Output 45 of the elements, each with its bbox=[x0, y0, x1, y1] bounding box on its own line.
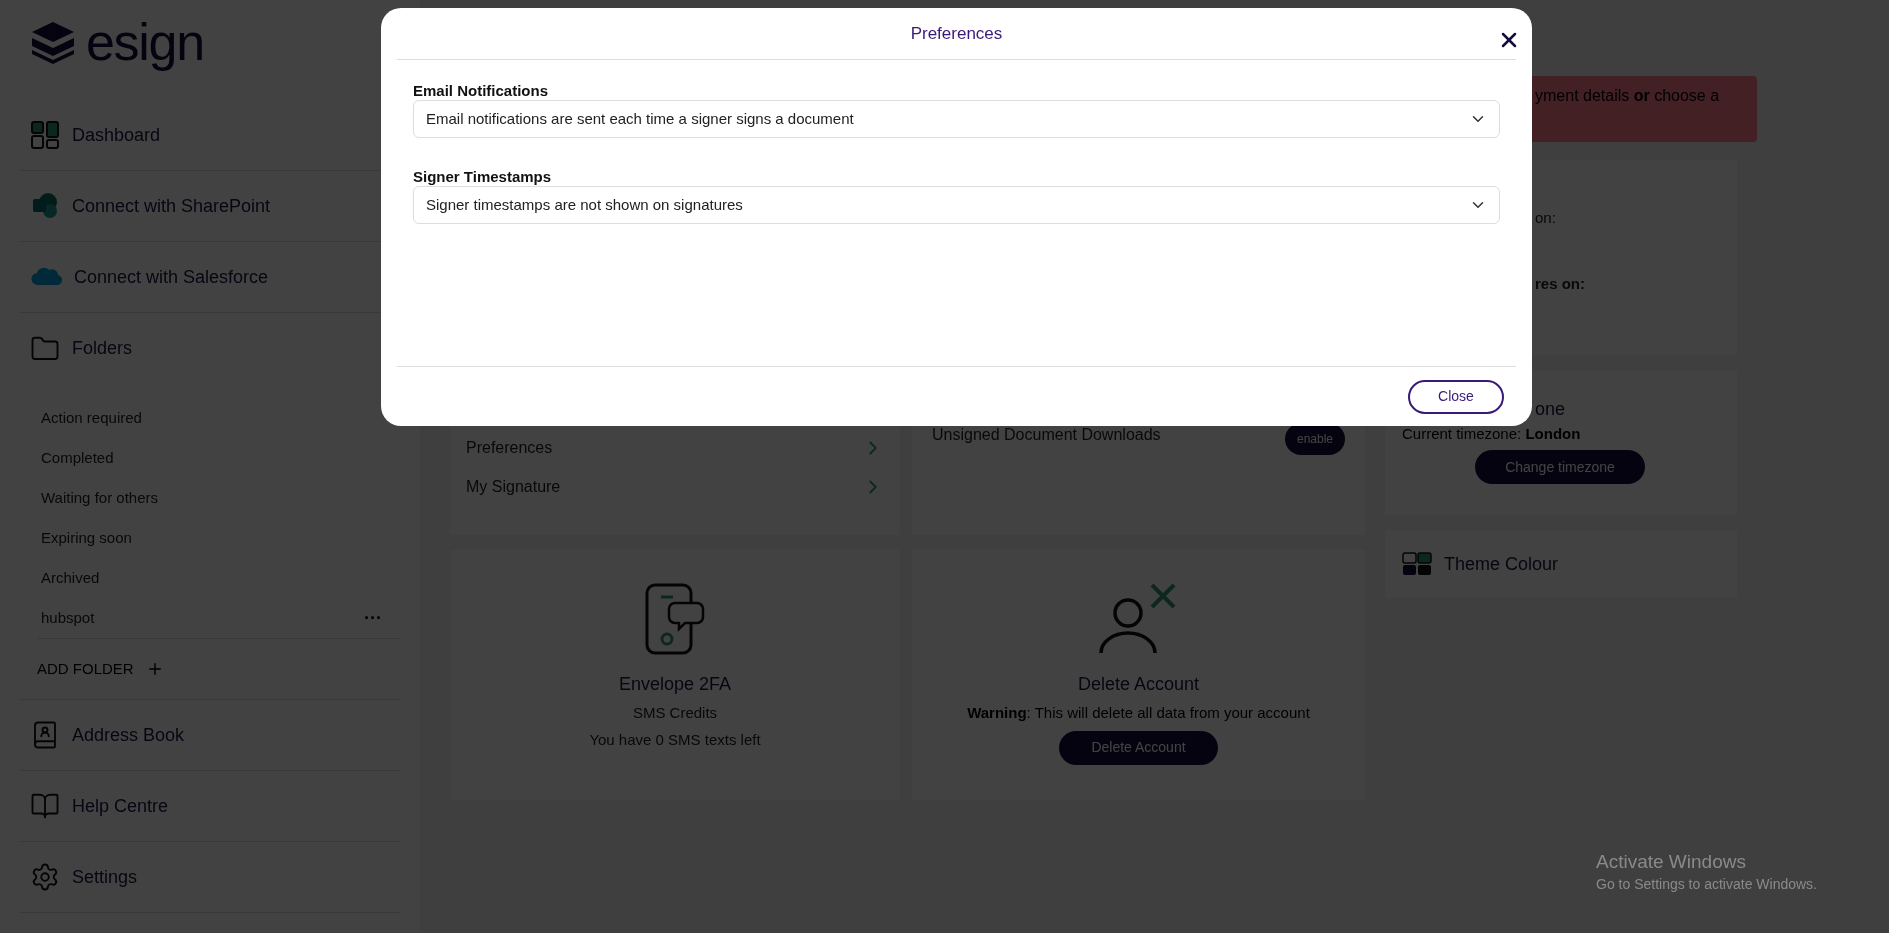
folder-item[interactable]: Action required bbox=[41, 406, 142, 430]
folder-item[interactable]: Archived bbox=[41, 566, 100, 590]
timezone-text: Current timezone: London bbox=[1402, 424, 1581, 444]
card-subtitle: SMS Credits bbox=[632, 703, 718, 723]
folder-item[interactable]: hubspot bbox=[41, 606, 95, 630]
select-field[interactable]: Signer timestamps are not shown on signatures bbox=[413, 186, 1500, 224]
field-label: Email Notifications bbox=[413, 82, 550, 100]
more-menu[interactable]: ··· bbox=[364, 604, 382, 632]
nav-item[interactable]: Address Book bbox=[30, 720, 185, 750]
settings-link[interactable]: Preferences bbox=[466, 428, 884, 467]
nav-item[interactable]: Settings bbox=[30, 862, 138, 892]
book-icon bbox=[30, 791, 60, 821]
nav-item[interactable]: Connect with SharePoint bbox=[30, 191, 271, 221]
settings-link[interactable]: My Signature bbox=[466, 467, 884, 506]
activation-text: Go to Settings to activate Windows. bbox=[1596, 875, 1817, 894]
field-label: Signer Timestamps bbox=[413, 168, 553, 186]
choose-link[interactable]: choose a bbox=[1654, 87, 1720, 104]
activation-title: Activate Windows bbox=[1596, 850, 1747, 874]
dialog-title: Preferences bbox=[910, 22, 1003, 45]
card-note: You have 0 SMS texts left bbox=[589, 729, 761, 750]
warning-text: Warning: This will delete all data from your account bbox=[967, 703, 1310, 723]
folder-item[interactable]: Waiting for others bbox=[41, 486, 158, 510]
card-title: Delete Account bbox=[1077, 673, 1200, 696]
settings-icon bbox=[30, 862, 60, 892]
folder-item[interactable]: Expiring soon bbox=[41, 526, 132, 550]
card-title: Envelope 2FA bbox=[618, 673, 732, 696]
theme-grid-icon bbox=[1402, 552, 1432, 576]
nav-item[interactable]: Dashboard bbox=[30, 120, 161, 150]
select-field[interactable]: Email notifications are sent each time a signer signs a document bbox=[413, 100, 1500, 138]
dashboard-icon bbox=[30, 120, 60, 150]
nav-item[interactable]: Connect with Salesforce bbox=[30, 263, 269, 291]
phone-sms-icon bbox=[645, 583, 705, 655]
nav-item[interactable]: Folders bbox=[30, 333, 133, 364]
add-folder-button[interactable]: ADD FOLDER bbox=[37, 657, 164, 681]
downloads-label: Unsigned Document Downloads bbox=[932, 425, 1161, 445]
timezone-title: one bbox=[1535, 398, 1566, 421]
account-text: res on: bbox=[1535, 273, 1585, 294]
account-text: on: bbox=[1535, 208, 1556, 228]
close-button[interactable]: Close bbox=[1408, 379, 1504, 414]
payment-link[interactable]: yment details bbox=[1535, 87, 1630, 104]
theme-title: Theme Colour bbox=[1444, 552, 1559, 576]
sharepoint-icon bbox=[30, 191, 60, 221]
nav-item[interactable]: Help Centre bbox=[30, 791, 169, 821]
folder-item[interactable]: Completed bbox=[41, 446, 114, 470]
alert-text: yment details or choose a bbox=[1535, 87, 1720, 104]
